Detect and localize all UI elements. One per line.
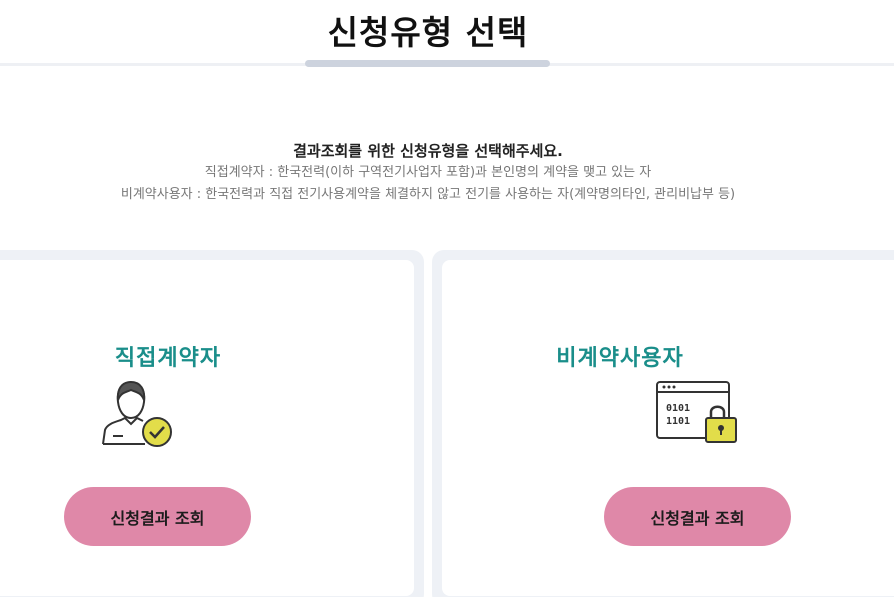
card-direct-contractor: 직접계약자 신청결과 조회	[0, 250, 424, 597]
page: 신청유형 선택 결과조회를 위한 신청유형을 선택해주세요. 직접계약자 : 한…	[0, 0, 894, 597]
svg-text:0101: 0101	[666, 403, 690, 414]
user-check-icon	[101, 378, 187, 454]
page-title: 신청유형 선택	[327, 13, 529, 52]
intro-noncontract-user-desc: 비계약사용자 : 한국전력과 직접 전기사용계약을 체결하지 않고 전기를 사용…	[120, 187, 736, 202]
title-underline-bar	[305, 60, 550, 67]
card-body: 직접계약자 신청결과 조회	[0, 260, 414, 596]
card-noncontract-user: 비계약사용자 0101 1101 신청결과 조회	[432, 250, 894, 597]
noncontract-user-result-button[interactable]: 신청결과 조회	[604, 487, 791, 546]
card-body: 비계약사용자 0101 1101 신청결과 조회	[442, 260, 894, 596]
intro-direct-contractor-desc: 직접계약자 : 한국전력(이하 구역전기사업자 포함)과 본인명의 계약을 맺고…	[204, 165, 652, 180]
svg-text:1101: 1101	[666, 416, 690, 427]
direct-contractor-result-button[interactable]: 신청결과 조회	[64, 487, 251, 546]
card-title: 비계약사용자	[556, 346, 684, 371]
locked-data-icon: 0101 1101	[654, 378, 740, 454]
intro-text: 결과조회를 위한 신청유형을 선택해주세요. 직접계약자 : 한국전력(이하 구…	[0, 140, 856, 206]
card-title: 직접계약자	[114, 346, 222, 371]
intro-main-text: 결과조회를 위한 신청유형을 선택해주세요.	[293, 142, 563, 160]
